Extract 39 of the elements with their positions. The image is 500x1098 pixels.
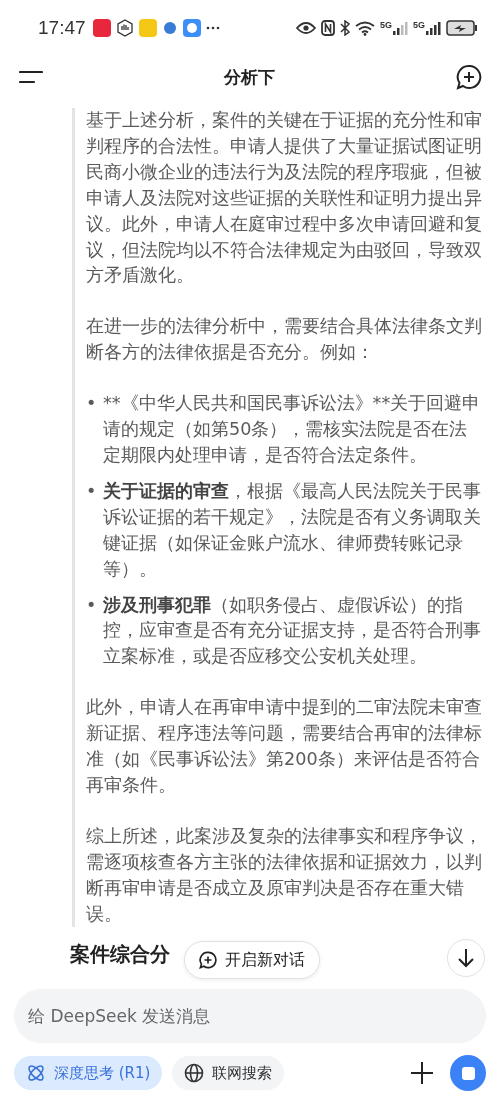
bullet-marker: •	[86, 593, 98, 617]
reasoning-paragraph: 在进一步的法律分析中，需要结合具体法律条文判断各方的法律依据是否充分。例如：	[86, 315, 483, 365]
more-icon	[205, 26, 220, 30]
network-type-label: 5G	[413, 21, 425, 30]
reasoning-list-item: **《中华人民共和国民事诉讼法》**关于回避申请的规定（如第50条），需核实法院是否在法定期限内处理申请，是否符合法定条件。	[103, 392, 482, 467]
mode-toggle[interactable]: 深度思考 (R1)	[14, 1056, 163, 1091]
app-notification-icon	[92, 19, 111, 37]
menu-icon[interactable]	[19, 70, 43, 84]
wifi-icon	[354, 20, 375, 36]
nfc-icon	[320, 20, 335, 36]
reasoning-paragraph: 基于上述分析，案件的关键在于证据的充分性和审判程序的合法性。申请人提供了大量证据试图证明民商小微企业的违法行为及法院的程序瑕疵，但被申请人及法院对这些证据的关联性和证明力提出异议。此外，申请人在庭审过程中多次申请回避和复议，但法院均以不符合法律规定为由驳回，导致双方矛盾激化。	[86, 109, 483, 288]
new-chat-icon[interactable]	[456, 64, 482, 90]
app-notification-icon	[138, 19, 157, 37]
chat-title: 分析下	[224, 65, 275, 89]
eye-icon	[295, 21, 316, 35]
message-input[interactable]: 给 DeepSeek 发送消息	[14, 989, 486, 1044]
mode-toggle[interactable]: 联网搜索	[172, 1056, 285, 1091]
signal-icon	[392, 21, 408, 35]
status-time: 17:47	[38, 17, 86, 39]
reasoning-paragraph: 综上所述，此案涉及复杂的法律事实和程序争议，需逐项核查各方主张的法律依据和证据效力，以判断再审申请是否成立及原审判决是否存在重大错误。	[86, 824, 483, 926]
bullet-marker: •	[86, 479, 98, 503]
reasoning-list-item: 涉及刑事犯罪（如职务侵占、虚假诉讼）的指控，应审查是否有充分证据支持，是否符合刑事立案标准，或是否应移交公安机关处理。	[103, 593, 482, 669]
section-heading: 案件综合分	[70, 942, 170, 967]
new-chat-button[interactable]: 开启新对话	[184, 941, 320, 980]
new-chat-icon	[199, 951, 217, 970]
arrow-down-icon	[457, 948, 475, 969]
bullet-marker: •	[86, 392, 98, 416]
battery-charging-icon	[446, 20, 478, 36]
network-type-label: 5G	[379, 21, 392, 30]
reasoning-paragraph: 此外，申请人在再审申请中提到的二审法院未审查新证据、程序违法等问题，需要结合再审的法律标准（如《民事诉讼法》第200条）来评估是否符合再审条件。	[86, 696, 483, 797]
atom-icon	[26, 1063, 46, 1084]
reasoning-list-item: 关于证据的审查，根据《最高人民法院关于民事诉讼证据的若干规定》，法院是否有义务调取关键证据（如保证金账户流水、律师费转账记录等）。	[103, 479, 482, 581]
chat-bubble-icon	[182, 19, 201, 37]
globe-icon	[184, 1063, 205, 1084]
plus-icon[interactable]	[410, 1061, 434, 1086]
scroll-down-button[interactable]	[447, 939, 485, 978]
bluetooth-icon	[339, 20, 350, 36]
stop-button[interactable]	[450, 1055, 486, 1092]
signal-icon	[425, 21, 441, 35]
